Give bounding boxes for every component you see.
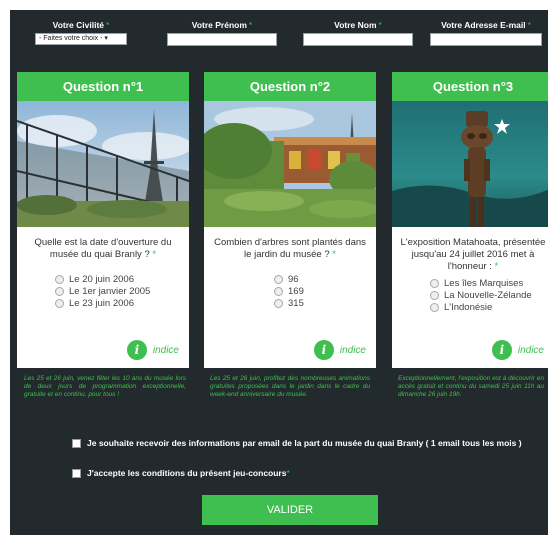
question-text: Combien d'arbres sont plantés dans le ja…	[212, 237, 368, 261]
question-card-3: Question n°3 L'exposition Matahoata, pré…	[392, 72, 548, 368]
required-mark: *	[378, 20, 382, 30]
radio-button[interactable]	[55, 274, 64, 284]
hint-button[interactable]: i indice	[126, 340, 179, 360]
email-label: Votre Adresse E-mail *	[430, 20, 542, 30]
question-text-content: Quelle est la date d'ouverture du musée …	[34, 237, 172, 260]
answer-label: 169	[288, 285, 304, 297]
question-card-1: Question n°1 Quelle est la date d'ouvert…	[17, 72, 189, 368]
dropdown-arrow-icon: ▾	[104, 35, 108, 42]
required-mark: *	[286, 468, 290, 478]
answer-option[interactable]: Les îles Marquises	[430, 277, 548, 289]
museum-terrace-image	[17, 101, 189, 227]
required-mark: *	[332, 249, 336, 260]
marquesas-statue-image	[392, 101, 548, 227]
hint-button[interactable]: i indice	[491, 340, 544, 360]
hint-label[interactable]: indice	[340, 345, 366, 356]
question-3-caption: Exceptionnellement, l'exposition est à d…	[398, 375, 544, 398]
question-text: L'exposition Matahoata, présentée jusqu'…	[400, 237, 546, 273]
email-field: Votre Adresse E-mail *	[430, 20, 542, 46]
radio-button[interactable]	[430, 290, 439, 300]
newsletter-consent[interactable]: Je souhaite recevoir des informations pa…	[72, 438, 522, 448]
radio-button[interactable]	[274, 274, 283, 284]
rules-consent[interactable]: J'accepte les conditions du présent jeu-…	[72, 468, 290, 478]
radio-button[interactable]	[430, 278, 439, 288]
question-title: Question n°3	[392, 72, 548, 101]
answer-label: 96	[288, 273, 299, 285]
answer-list: 96 169 315	[274, 273, 376, 309]
lastname-field: Votre Nom *	[303, 20, 413, 46]
info-icon[interactable]: i	[313, 340, 334, 360]
firstname-label-text: Votre Prénom	[191, 20, 247, 30]
contest-page: Votre Civilité * - Faites votre choix - ▾…	[10, 10, 548, 535]
info-icon[interactable]: i	[491, 340, 512, 360]
question-1-caption: Les 25 et 26 juin, venez fêter les 10 an…	[24, 375, 186, 398]
answer-label: Le 1er janvier 2005	[69, 285, 151, 297]
email-input[interactable]	[430, 33, 542, 46]
answer-option[interactable]: La Nouvelle-Zélande	[430, 289, 548, 301]
answer-option[interactable]: Le 23 juin 2006	[55, 297, 189, 309]
hint-button[interactable]: i indice	[313, 340, 366, 360]
hint-label[interactable]: indice	[153, 345, 179, 356]
question-text-content: L'exposition Matahoata, présentée jusqu'…	[400, 237, 546, 272]
museum-garden-image	[204, 101, 376, 227]
radio-button[interactable]	[55, 298, 64, 308]
answer-label: Les îles Marquises	[444, 277, 524, 289]
required-mark: *	[152, 249, 157, 260]
question-text-content: Combien d'arbres sont plantés dans le ja…	[214, 237, 366, 260]
question-title: Question n°1	[17, 72, 189, 101]
required-mark: *	[106, 20, 110, 30]
civility-label-text: Votre Civilité	[52, 20, 104, 30]
newsletter-consent-label: Je souhaite recevoir des informations pa…	[87, 438, 522, 448]
submit-button[interactable]: VALIDER	[202, 495, 378, 525]
answer-option[interactable]: L'Indonésie	[430, 301, 548, 313]
required-mark: *	[248, 20, 253, 30]
required-mark: *	[494, 261, 499, 272]
lastname-label: Votre Nom *	[303, 20, 413, 30]
radio-button[interactable]	[274, 286, 283, 296]
firstname-label: Votre Prénom *	[167, 20, 277, 30]
answer-list: Les îles Marquises La Nouvelle-Zélande L…	[430, 277, 548, 313]
civility-select[interactable]: - Faites votre choix - ▾	[35, 33, 127, 45]
answer-label: L'Indonésie	[444, 301, 493, 313]
civility-select-value: - Faites votre choix -	[39, 35, 103, 42]
lastname-label-text: Votre Nom	[334, 20, 377, 30]
rules-consent-label: J'accepte les conditions du présent jeu-…	[87, 468, 287, 478]
radio-button[interactable]	[430, 302, 439, 312]
newsletter-checkbox[interactable]	[72, 438, 81, 448]
email-label-text: Votre Adresse E-mail	[441, 20, 526, 30]
civility-field: Votre Civilité * - Faites votre choix - ▾	[26, 20, 136, 45]
answer-option[interactable]: 169	[274, 285, 376, 297]
required-mark: *	[527, 20, 531, 30]
question-card-2: Question n°2 Combien d'arbres sont plant…	[204, 72, 376, 368]
info-icon[interactable]: i	[126, 340, 147, 360]
firstname-field: Votre Prénom *	[167, 20, 277, 46]
question-2-caption: Les 25 et 26 juin, profitez des nombreus…	[210, 375, 370, 398]
answer-label: Le 23 juin 2006	[69, 297, 134, 309]
question-title: Question n°2	[204, 72, 376, 101]
answer-option[interactable]: Le 20 juin 2006	[55, 273, 189, 285]
question-text: Quelle est la date d'ouverture du musée …	[25, 237, 181, 261]
radio-button[interactable]	[55, 286, 64, 296]
answer-option[interactable]: Le 1er janvier 2005	[55, 285, 189, 297]
answer-label: Le 20 juin 2006	[69, 273, 134, 285]
answer-label: 315	[288, 297, 304, 309]
lastname-input[interactable]	[303, 33, 413, 46]
answer-option[interactable]: 96	[274, 273, 376, 285]
civility-label: Votre Civilité *	[26, 20, 136, 30]
hint-label[interactable]: indice	[518, 345, 544, 356]
firstname-input[interactable]	[167, 33, 277, 46]
answer-label: La Nouvelle-Zélande	[444, 289, 532, 301]
answer-list: Le 20 juin 2006 Le 1er janvier 2005 Le 2…	[55, 273, 189, 309]
rules-checkbox[interactable]	[72, 468, 81, 478]
radio-button[interactable]	[274, 298, 283, 308]
answer-option[interactable]: 315	[274, 297, 376, 309]
